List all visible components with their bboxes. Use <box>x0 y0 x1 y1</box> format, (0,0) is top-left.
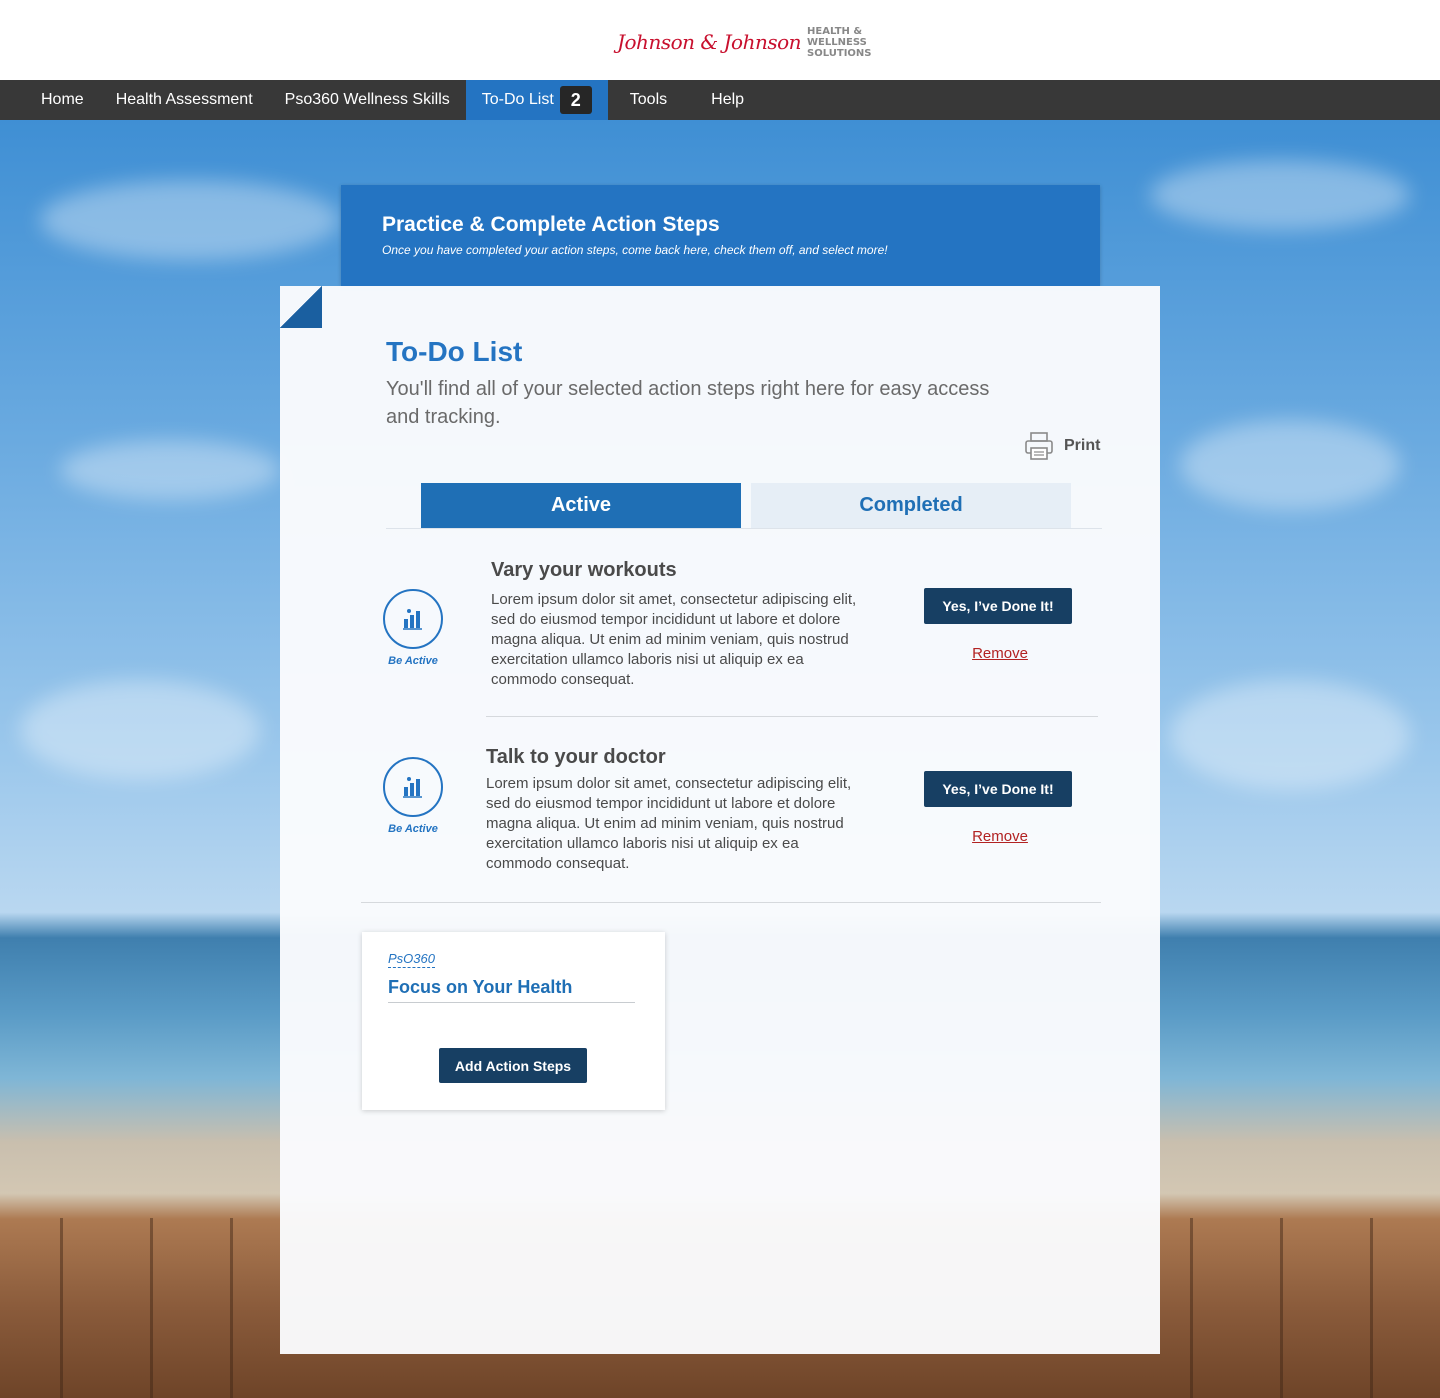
nav-todo-list[interactable]: To-Do List 2 <box>465 80 608 120</box>
nav-health-assessment[interactable]: Health Assessment <box>100 80 269 120</box>
done-button[interactable]: Yes, I’ve Done It! <box>924 588 1072 624</box>
main-nav: Home Health Assessment Pso360 Wellness S… <box>0 80 1440 120</box>
deck-plank <box>1190 1218 1193 1398</box>
activity-chart-icon <box>383 589 443 649</box>
brand-script: Johnson & Johnson <box>617 30 802 54</box>
activity-chart-icon <box>383 757 443 817</box>
nav-tools[interactable]: Tools <box>608 80 689 120</box>
add-action-steps-button[interactable]: Add Action Steps <box>439 1048 587 1083</box>
done-button[interactable]: Yes, I’ve Done It! <box>924 771 1072 807</box>
item-title: Vary your workouts <box>491 559 677 581</box>
item-category-label: Be Active <box>388 655 438 667</box>
deck-plank <box>1280 1218 1283 1398</box>
list-divider <box>361 902 1101 903</box>
item-divider <box>486 716 1098 717</box>
brand-line: SOLUTIONS <box>807 47 872 59</box>
page-title: To-Do List <box>386 336 523 367</box>
brand-line: WELLNESS <box>807 36 867 48</box>
top-header: Johnson & Johnson HEALTH & WELLNESS SOLU… <box>0 0 1440 80</box>
deck-plank <box>1370 1218 1373 1398</box>
todo-count-badge: 2 <box>559 86 592 114</box>
panel-fold <box>280 286 322 328</box>
brand-line: HEALTH & <box>807 25 863 37</box>
nav-home[interactable]: Home <box>25 80 100 120</box>
item-description: Lorem ipsum dolor sit amet, consectetur … <box>486 775 852 872</box>
deck-plank <box>60 1218 63 1398</box>
print-label: Print <box>1064 437 1101 454</box>
skill-card: PsO360 Focus on Your Health Add Action S… <box>362 932 665 1110</box>
card-divider <box>388 1002 635 1003</box>
page-subtitle: You'll find all of your selected action … <box>386 378 990 428</box>
hero-title: Practice & Complete Action Steps <box>382 213 720 236</box>
nav-help[interactable]: Help <box>689 80 766 120</box>
remove-link[interactable]: Remove <box>924 828 1076 845</box>
print-button[interactable]: Print <box>1024 431 1100 461</box>
item-description: Lorem ipsum dolor sit amet, consectetur … <box>491 591 857 688</box>
hero-subtitle: Once you have completed your action step… <box>382 243 888 257</box>
tab-active[interactable]: Active <box>421 483 741 528</box>
deck-plank <box>230 1218 233 1398</box>
card-tag-link[interactable]: PsO360 <box>388 951 435 968</box>
tab-completed[interactable]: Completed <box>751 483 1071 528</box>
tabs-divider <box>386 528 1102 529</box>
nav-todo-label: To-Do List <box>481 91 554 108</box>
deck-plank <box>150 1218 153 1398</box>
card-title: Focus on Your Health <box>388 977 573 997</box>
brand-logo[interactable]: Johnson & Johnson HEALTH & WELLNESS SOLU… <box>617 24 871 60</box>
item-category-label: Be Active <box>388 823 438 835</box>
nav-wellness-skills[interactable]: Pso360 Wellness Skills <box>269 80 466 120</box>
item-title: Talk to your doctor <box>486 746 666 768</box>
printer-icon <box>1025 432 1053 460</box>
hero-banner: Practice & Complete Action Steps Once yo… <box>341 185 1100 286</box>
remove-link[interactable]: Remove <box>924 645 1076 662</box>
brand-stack: HEALTH & WELLNESS SOLUTIONS <box>807 26 871 59</box>
